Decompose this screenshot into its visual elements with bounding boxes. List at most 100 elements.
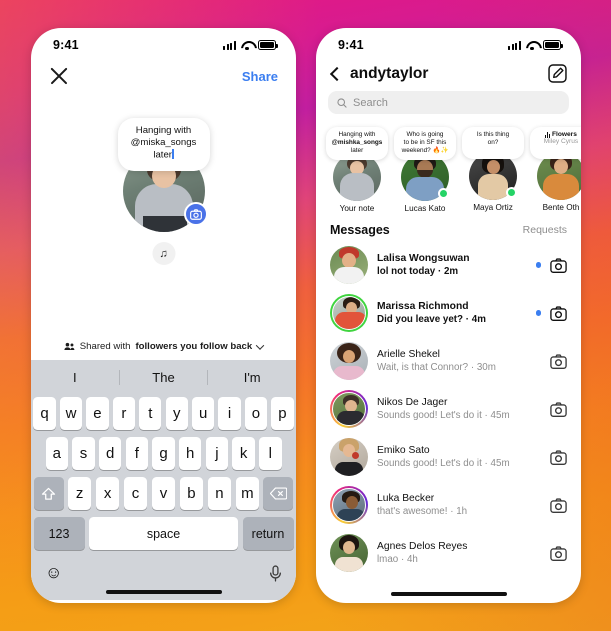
note-card-2[interactable]: Is this thing on? Maya Ortiz — [462, 127, 524, 213]
key-l[interactable]: l — [259, 437, 282, 470]
conversation-preview: Sounds good! Let's do it · 45m — [377, 458, 510, 469]
conversation-name: Marissa Richmond — [377, 301, 469, 312]
camera-icon[interactable] — [550, 497, 567, 514]
status-time: 9:41 — [338, 38, 364, 52]
close-icon[interactable] — [49, 66, 69, 86]
key-c[interactable]: c — [123, 477, 148, 510]
note-author-name: Lucas Kato — [404, 204, 446, 213]
key-s[interactable]: s — [72, 437, 95, 470]
note-line-3: weekend? 🔥✨ — [401, 147, 449, 154]
note-author-name: Bente Oth — [542, 203, 580, 212]
suggestion-1[interactable]: The — [118, 369, 208, 385]
avatar-wrap[interactable] — [469, 152, 517, 200]
audience-prefix: Shared with — [79, 341, 131, 352]
camera-icon[interactable] — [550, 401, 567, 418]
key-f[interactable]: f — [125, 437, 149, 470]
key-i[interactable]: i — [218, 397, 241, 430]
key-z[interactable]: z — [67, 477, 92, 510]
key-v[interactable]: v — [151, 477, 176, 510]
avatar[interactable] — [330, 342, 368, 380]
camera-icon[interactable] — [550, 305, 567, 322]
requests-link[interactable]: Requests — [523, 224, 567, 236]
list-item[interactable]: Arielle Shekel Wait, is that Connor? · 3… — [316, 337, 581, 385]
left-phone-frame: 9:41 Share Hanging with @miska_songs lat… — [31, 28, 296, 603]
avatar-wrap[interactable] — [537, 152, 581, 200]
numbers-key[interactable]: 123 — [33, 517, 85, 550]
backspace-icon[interactable] — [263, 477, 294, 510]
avatar[interactable] — [330, 486, 368, 524]
key-a[interactable]: a — [45, 437, 68, 470]
music-note-icon[interactable]: ♫ — [152, 242, 175, 265]
conversation-list[interactable]: Lalisa Wongsuwan lol not today · 2m Mari… — [316, 241, 581, 577]
note-line-1: Hanging with — [338, 131, 376, 138]
key-e[interactable]: e — [86, 397, 109, 430]
note-line-3: later — [350, 147, 364, 154]
note-bubble-music[interactable]: Flowers Miley Cyrus — [530, 127, 581, 159]
avatar[interactable] — [330, 534, 368, 572]
key-x[interactable]: x — [95, 477, 120, 510]
camera-icon[interactable] — [550, 353, 567, 370]
note-bubble[interactable]: Hanging with @miska_songs later — [117, 118, 210, 172]
suggestion-2[interactable]: I'm — [207, 369, 296, 385]
note-card-3[interactable]: Flowers Miley Cyrus Bente Oth — [530, 127, 581, 213]
note-line-2: to be in SF this — [403, 139, 447, 146]
note-card-0[interactable]: Hanging with @mishka_songs later Your no… — [326, 127, 388, 213]
list-item[interactable]: Nikos De Jager Sounds good! Let's do it … — [316, 385, 581, 433]
avatar[interactable] — [330, 294, 368, 332]
key-w[interactable]: w — [59, 397, 83, 430]
key-y[interactable]: y — [165, 397, 188, 430]
key-o[interactable]: o — [244, 397, 268, 430]
avatar[interactable] — [330, 246, 368, 284]
key-b[interactable]: b — [179, 477, 204, 510]
camera-icon[interactable] — [183, 202, 208, 226]
avatar[interactable] — [330, 390, 368, 428]
messages-header: Messages Requests — [316, 217, 581, 241]
key-j[interactable]: j — [205, 437, 229, 470]
emoji-icon[interactable]: ☺ — [45, 563, 62, 583]
search-input[interactable]: Search — [328, 91, 569, 114]
key-m[interactable]: m — [235, 477, 260, 510]
list-item[interactable]: Marissa Richmond Did you leave yet? · 4m — [316, 289, 581, 337]
key-u[interactable]: u — [192, 397, 215, 430]
list-item[interactable]: Luka Becker that's awesome! · 1h — [316, 481, 581, 529]
space-key[interactable]: space — [88, 517, 239, 550]
conversation-name: Nikos De Jager — [377, 397, 448, 408]
shift-icon[interactable] — [33, 477, 64, 510]
note-bubble[interactable]: Who is going to be in SF this weekend? 🔥… — [394, 127, 456, 160]
online-indicator — [506, 187, 517, 198]
wifi-icon — [526, 41, 538, 50]
key-q[interactable]: q — [33, 397, 56, 430]
note-card-1[interactable]: Who is going to be in SF this weekend? 🔥… — [394, 127, 456, 213]
list-item[interactable]: Lalisa Wongsuwan lol not today · 2m — [316, 241, 581, 289]
notes-strip[interactable]: Hanging with @mishka_songs later Your no… — [316, 121, 581, 217]
key-p[interactable]: p — [271, 397, 294, 430]
status-time: 9:41 — [53, 38, 79, 52]
key-d[interactable]: d — [98, 437, 122, 470]
conversation-preview: Wait, is that Connor? · 30m — [377, 362, 496, 373]
avatar-wrap[interactable] — [401, 153, 449, 201]
avatar-wrap[interactable] — [333, 153, 381, 201]
key-h[interactable]: h — [178, 437, 202, 470]
key-t[interactable]: t — [139, 397, 162, 430]
note-bubble[interactable]: Hanging with @mishka_songs later — [326, 127, 388, 160]
key-g[interactable]: g — [152, 437, 175, 470]
note-song-row: Flowers — [534, 131, 581, 138]
return-key[interactable]: return — [242, 517, 294, 550]
list-item[interactable]: Agnes Delos Reyes lmao · 4h — [316, 529, 581, 577]
camera-icon[interactable] — [550, 257, 567, 274]
back-chevron-icon[interactable] — [329, 66, 345, 81]
avatar[interactable] — [330, 438, 368, 476]
note-bubble[interactable]: Is this thing on? — [462, 127, 524, 159]
audience-selector[interactable]: Shared with followers you follow back — [31, 340, 296, 352]
key-r[interactable]: r — [112, 397, 135, 430]
camera-icon[interactable] — [550, 449, 567, 466]
list-item[interactable]: Emiko Sato Sounds good! Let's do it · 45… — [316, 433, 581, 481]
camera-icon[interactable] — [550, 545, 567, 562]
key-n[interactable]: n — [207, 477, 232, 510]
conversation-preview: that's awesome! · 1h — [377, 506, 468, 517]
share-button[interactable]: Share — [242, 69, 278, 84]
microphone-icon[interactable] — [269, 564, 282, 582]
suggestion-0[interactable]: I — [31, 370, 119, 385]
compose-icon[interactable] — [548, 64, 567, 83]
key-k[interactable]: k — [232, 437, 255, 470]
